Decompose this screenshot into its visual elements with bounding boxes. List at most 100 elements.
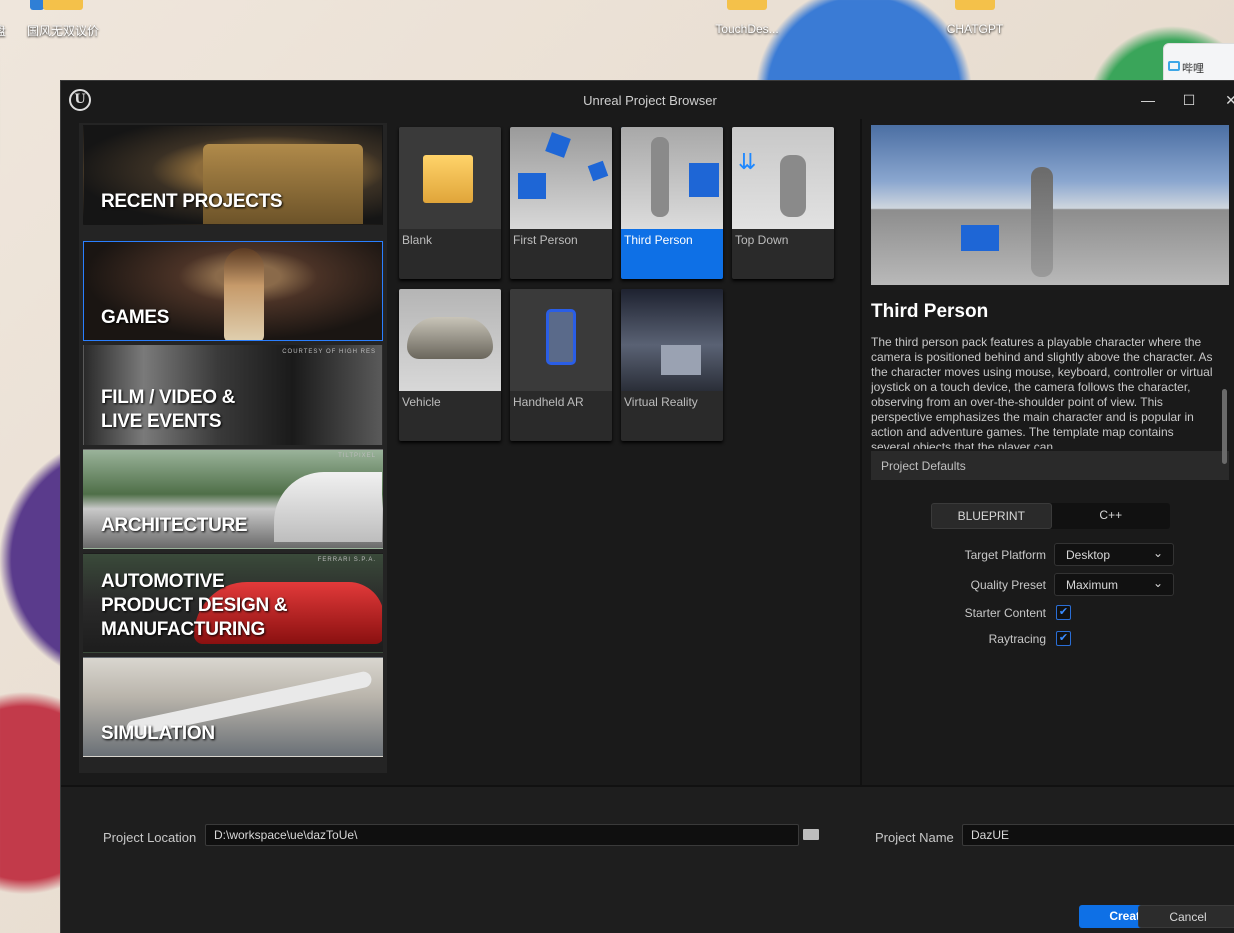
maximize-button[interactable]: ☐ <box>1177 89 1201 111</box>
template-name: Handheld AR <box>513 395 584 409</box>
category-label: FILM / VIDEO & LIVE EVENTS <box>101 387 236 432</box>
template-thumbnail: ⇊ <box>732 127 834 229</box>
quality-preset-label: Quality Preset <box>970 578 1046 592</box>
folder-icon <box>727 0 767 10</box>
project-location-input[interactable]: D:\workspace\ue\dazToUe\ <box>205 824 799 846</box>
template-preview-image <box>871 125 1229 285</box>
template-name: Blank <box>402 233 433 247</box>
cube-shape <box>587 160 609 182</box>
folder-icon <box>43 0 83 10</box>
desktop-icon-label: 国风无双议价 <box>26 24 99 38</box>
title-bar[interactable]: U Unreal Project Browser — ☐ ✕ <box>61 81 1234 119</box>
project-name-label: Project Name <box>875 830 954 845</box>
minimize-button[interactable]: — <box>1136 89 1160 111</box>
desktop-icon-touchdesigner[interactable]: TouchDes... <box>702 0 792 36</box>
building-image <box>274 472 382 542</box>
chevron-down-icon: ⌄ <box>1152 546 1163 560</box>
room-block <box>661 345 701 375</box>
starter-content-checkbox[interactable]: ✔ <box>1056 605 1071 620</box>
template-thumbnail <box>399 127 501 229</box>
category-architecture[interactable]: TILTPIXEL ARCHITECTURE <box>83 449 383 549</box>
car-image <box>407 317 493 359</box>
desktop-icon-label: CHATGPT <box>946 22 1004 36</box>
template-name: Third Person <box>624 233 693 247</box>
desktop-icon-label: TouchDes... <box>715 22 779 36</box>
character-portrait <box>224 248 264 340</box>
desktop-icon-folder[interactable]: 国风无双议价 <box>18 0 108 39</box>
template-title: Third Person <box>871 301 989 322</box>
category-label: AUTOMOTIVE PRODUCT DESIGN & MANUFACTURIN… <box>101 571 288 640</box>
category-label: GAMES <box>101 307 170 328</box>
desktop-icon-label: 盘 <box>0 24 6 38</box>
template-blank[interactable]: Blank <box>399 127 501 279</box>
template-name: First Person <box>513 233 578 247</box>
panel-divider[interactable] <box>860 119 862 785</box>
category-label: RECENT PROJECTS <box>101 191 283 212</box>
quality-preset-value: Maximum <box>1066 578 1119 592</box>
category-film-video-live-events[interactable]: COURTESY OF HIGH RES FILM / VIDEO & LIVE… <box>83 345 383 445</box>
target-platform-label: Target Platform <box>964 548 1046 562</box>
image-credit: TILTPIXEL <box>338 453 376 459</box>
project-location-label: Project Location <box>103 830 197 845</box>
template-description: The third person pack features a playabl… <box>871 335 1213 449</box>
cube-shape <box>518 173 546 199</box>
arrow-down-icon: ⇊ <box>738 149 757 174</box>
blueprint-button[interactable]: BLUEPRINT <box>931 503 1052 529</box>
target-platform-value: Desktop <box>1066 548 1111 562</box>
cube-shape <box>545 132 571 158</box>
chevron-down-icon: ⌄ <box>1152 576 1163 590</box>
project-name-input[interactable]: DazUE <box>962 824 1234 846</box>
mannequin-figure <box>780 155 806 217</box>
tv-icon <box>1168 61 1180 71</box>
template-grid: Blank First Person Third Person ⇊ Top Do… <box>399 127 839 447</box>
language-toggle: BLUEPRINT C++ <box>931 503 1170 529</box>
description-scrollbar[interactable] <box>1222 389 1227 464</box>
browse-folder-icon[interactable] <box>803 829 819 840</box>
template-thumbnail <box>621 289 723 391</box>
quality-preset-dropdown[interactable]: Maximum ⌄ <box>1054 573 1174 596</box>
starter-content-label: Starter Content <box>964 606 1046 620</box>
template-handheld-ar[interactable]: Handheld AR <box>510 289 612 441</box>
cancel-button[interactable]: Cancel <box>1138 905 1234 928</box>
template-virtual-reality[interactable]: Virtual Reality <box>621 289 723 441</box>
footer-bar: Project Location D:\workspace\ue\dazToUe… <box>61 785 1234 933</box>
cpp-button[interactable]: C++ <box>1052 503 1171 529</box>
image-credit: FERRARI S.P.A. <box>317 557 376 563</box>
category-games[interactable]: GAMES <box>83 241 383 341</box>
category-label: SIMULATION <box>101 723 215 744</box>
template-detail-panel: Third Person The third person pack featu… <box>871 125 1229 646</box>
close-button[interactable]: ✕ <box>1219 89 1234 111</box>
folder-icon <box>423 155 473 203</box>
template-thumbnail <box>621 127 723 229</box>
template-name: Virtual Reality <box>624 395 698 409</box>
template-top-down[interactable]: ⇊ Top Down <box>732 127 834 279</box>
category-automotive[interactable]: FERRARI S.P.A. AUTOMOTIVE PRODUCT DESIGN… <box>83 553 383 653</box>
template-thumbnail <box>399 289 501 391</box>
category-label: ARCHITECTURE <box>101 515 248 536</box>
cube-shape <box>961 225 999 251</box>
category-recent-projects[interactable]: RECENT PROJECTS <box>83 125 383 225</box>
template-name: Vehicle <box>402 395 441 409</box>
template-third-person[interactable]: Third Person <box>621 127 723 279</box>
target-platform-dropdown[interactable]: Desktop ⌄ <box>1054 543 1174 566</box>
template-thumbnail <box>510 289 612 391</box>
cube-shape <box>689 163 719 197</box>
raytracing-checkbox[interactable]: ✔ <box>1056 631 1071 646</box>
template-thumbnail <box>510 127 612 229</box>
category-list: RECENT PROJECTS GAMES COURTESY OF HIGH R… <box>79 123 387 773</box>
template-vehicle[interactable]: Vehicle <box>399 289 501 441</box>
mannequin-figure <box>651 137 669 217</box>
background-app-label: 哔哩 <box>1182 63 1204 75</box>
window-title: Unreal Project Browser <box>583 93 717 108</box>
folder-icon <box>955 0 995 10</box>
mannequin-figure <box>1031 167 1053 277</box>
phone-icon <box>546 309 576 365</box>
template-first-person[interactable]: First Person <box>510 127 612 279</box>
category-simulation[interactable]: SIMULATION <box>83 657 383 757</box>
desktop-icon-chatgpt[interactable]: CHATGPT <box>930 0 1020 36</box>
template-name: Top Down <box>735 233 789 247</box>
image-credit: COURTESY OF HIGH RES <box>282 349 376 355</box>
project-browser-window: U Unreal Project Browser — ☐ ✕ RECENT PR… <box>60 80 1234 933</box>
project-defaults-header: Project Defaults <box>871 451 1229 480</box>
background-app-card[interactable]: 哔哩 <box>1163 43 1234 83</box>
